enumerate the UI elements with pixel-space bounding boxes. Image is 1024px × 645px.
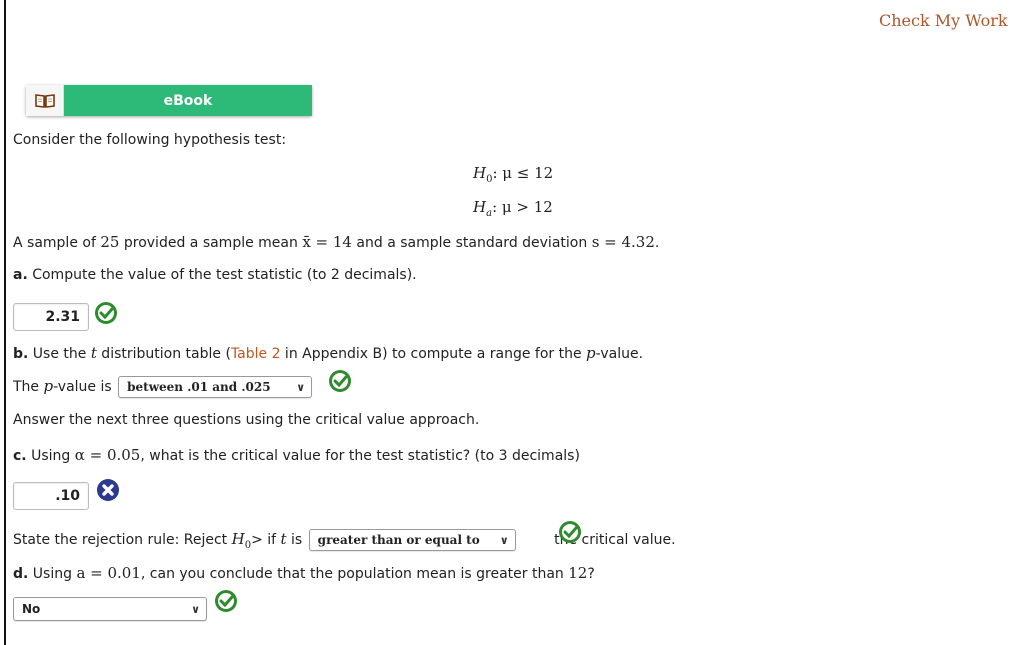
text: and a sample standard deviation [351,235,592,251]
text: The [13,379,44,395]
sample-description: A sample of 25 provided a sample mean x̄… [13,233,659,251]
text: > if [251,532,281,548]
p-value-select[interactable]: between .01 and .025 ∨ [118,376,313,398]
text: State the rejection rule: Reject [13,532,232,548]
p-symbol: p [586,344,596,362]
h-symbol: H [473,164,487,182]
text: ? [587,566,595,582]
alpha-value: a = 0.01 [76,564,141,582]
text: -value. [595,346,644,362]
null-hypothesis: H0: μ ≤ 12 [473,164,553,185]
rejection-rule-select[interactable]: greater than or equal to ∨ [308,529,516,551]
text: Compute the value of the test statistic … [27,267,417,283]
chevron-down-icon: ∨ [191,602,200,616]
part-c-question: c. Using α = 0.05, what is the critical … [13,446,580,464]
chevron-down-icon: ∨ [296,380,306,394]
text: provided a sample mean [119,235,303,251]
book-icon [26,85,64,116]
text: , can you conclude that the population m… [140,566,569,582]
critical-intro: Answer the next three questions using th… [13,412,480,428]
selected-value: greater than or equal to [317,533,480,547]
p-symbol: p [43,377,54,395]
selected-value: No [22,602,41,616]
text: Using [26,448,75,464]
part-b-question: b. Use the t distribution table (Table 2… [13,344,643,362]
text: in Appendix B) to compute a range for th… [280,346,587,362]
critical-value-input[interactable]: .10 [13,482,89,510]
correct-check-icon [215,590,237,612]
mean-value: 12 [568,564,588,582]
part-letter: d. [13,566,29,582]
h-symbol: H [473,198,487,216]
incorrect-x-icon [97,479,119,501]
text: is [286,532,303,548]
sample-mean: x̄ = 14 [302,233,352,251]
sample-sd: s = 4.32 [591,233,655,251]
selected-value: between .01 and .025 [127,380,271,394]
alt-relation: : μ > 12 [492,198,553,216]
text: Using [28,566,77,582]
p-value-row: The p-value is between .01 and .025 ∨ [13,376,313,398]
chevron-down-icon: ∨ [499,533,509,547]
text: , what is the critical value for the tes… [140,448,580,464]
part-letter: c. [13,448,27,464]
test-statistic-input[interactable]: 2.31 [13,303,89,331]
ebook-label: eBook [64,85,312,116]
check-my-work-link[interactable]: Check My Work [879,11,1008,30]
correct-check-icon [329,370,351,392]
part-a-question: a. Compute the value of the test statist… [13,267,417,283]
correct-check-icon [95,302,117,324]
intro-text: Consider the following hypothesis test: [13,132,287,148]
ebook-button[interactable]: eBook [26,85,312,116]
alternative-hypothesis: Ha: μ > 12 [473,198,553,219]
alpha-value: α = 0.05 [74,446,141,464]
text: distribution table ( [96,346,231,362]
sample-size: 25 [100,233,120,251]
text: . [654,235,660,251]
text: A sample of [13,235,101,251]
h-symbol: H [231,530,245,548]
part-letter: b. [13,346,29,362]
conclusion-select[interactable]: No ∨ [13,597,207,621]
null-relation: : μ ≤ 12 [492,164,554,182]
part-d-question: d. Using a = 0.01, can you conclude that… [13,564,595,582]
table-2-link[interactable]: Table 2 [231,346,281,362]
text: Use the [28,346,91,362]
left-border [4,0,6,645]
correct-check-icon [559,521,581,543]
text: -value is [53,379,112,395]
part-letter: a. [13,267,28,283]
